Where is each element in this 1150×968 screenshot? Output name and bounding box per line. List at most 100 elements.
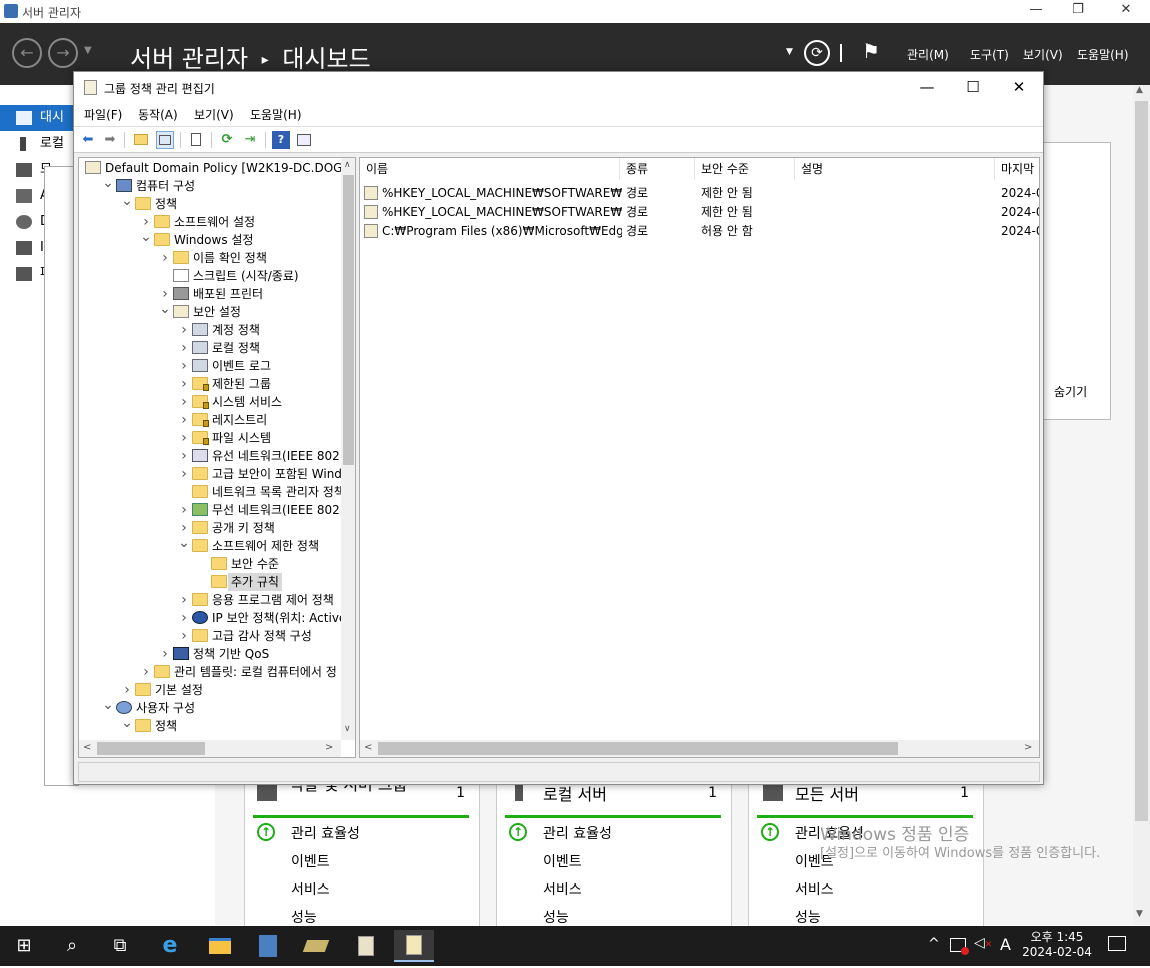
search-icon[interactable]: ⌕ — [52, 930, 92, 962]
table-cell-name[interactable]: %HKEY_LOCAL_MACHINE₩SOFTWARE₩... — [382, 184, 622, 203]
menu-view[interactable]: 보기(V) — [1023, 46, 1063, 63]
tile-row[interactable]: 성능 — [291, 907, 317, 927]
export-icon[interactable]: ⇥ — [241, 131, 259, 149]
expand-chevron-icon[interactable]: › — [178, 393, 190, 411]
collapse-chevron-icon[interactable]: ⌄ — [140, 230, 152, 244]
expand-chevron-icon[interactable]: › — [178, 429, 190, 447]
network-alert-icon[interactable] — [950, 938, 969, 955]
table-cell-name[interactable]: C:₩Program Files (x86)₩Microsoft₩Edge... — [382, 222, 622, 241]
clock[interactable]: 오후 1:45 2024-02-04 — [1020, 930, 1094, 960]
tree-horizontal-scrollbar[interactable]: < > — [79, 740, 341, 757]
collapse-chevron-icon[interactable]: ⌄ — [102, 698, 114, 712]
refresh-icon[interactable]: ⟳ — [218, 131, 236, 149]
task-view-icon[interactable]: ⧉ — [100, 930, 140, 962]
menu-tools[interactable]: 도구(T) — [970, 46, 1009, 63]
expand-chevron-icon[interactable]: › — [178, 357, 190, 375]
column-header-modified[interactable]: 마지막 — [995, 158, 1039, 180]
tile-row[interactable]: 서비스 — [291, 879, 330, 899]
scroll-down-icon[interactable]: ∨ — [344, 724, 351, 734]
help-icon[interactable]: ? — [272, 131, 290, 149]
close-button[interactable]: ✕ — [996, 75, 1042, 101]
menu-view[interactable]: 보기(V) — [194, 106, 234, 123]
hide-link[interactable]: 숨기기 — [1054, 383, 1087, 400]
history-dropdown-icon[interactable]: ▼ — [84, 45, 92, 56]
column-header-level[interactable]: 보안 수준 — [695, 158, 795, 180]
scroll-up-icon[interactable]: ∧ — [344, 160, 351, 170]
list-horizontal-scrollbar[interactable]: < > — [360, 740, 1039, 757]
server-manager-icon[interactable] — [248, 930, 288, 962]
restore-button[interactable]: ❐ — [1058, 2, 1098, 17]
scroll-thumb[interactable] — [378, 742, 898, 755]
flag-icon[interactable]: ⚑ — [862, 39, 880, 63]
rules-list[interactable]: 이름 ^ 종류 보안 수준 설명 마지막 %HKEY_LOCAL_MACHINE… — [359, 157, 1040, 758]
up-folder-icon[interactable] — [132, 131, 150, 149]
explorer-icon[interactable] — [200, 930, 240, 962]
tile-row[interactable]: 관리 효율성 — [543, 823, 612, 843]
tile-row[interactable]: 서비스 — [795, 879, 834, 899]
column-header-desc[interactable]: 설명 — [795, 158, 995, 180]
view-icon[interactable] — [295, 131, 313, 149]
menu-file[interactable]: 파일(F) — [84, 106, 122, 123]
refresh-icon[interactable]: ⟳ — [804, 40, 830, 66]
expand-chevron-icon[interactable]: › — [178, 321, 190, 339]
tile-row[interactable]: 관리 효율성 — [291, 823, 360, 843]
collapse-chevron-icon[interactable]: ⌄ — [178, 536, 190, 550]
sidebar-item-local[interactable]: 로컬 — [0, 131, 75, 157]
expand-chevron-icon[interactable]: › — [121, 681, 133, 699]
collapse-chevron-icon[interactable]: ⌄ — [121, 716, 133, 730]
refresh-dropdown-icon[interactable]: ▼ — [786, 47, 793, 57]
menu-help[interactable]: 도움말(H) — [1077, 46, 1129, 63]
collapse-chevron-icon[interactable]: ⌄ — [159, 302, 171, 316]
back-arrow-icon[interactable]: ⬅ — [79, 131, 97, 149]
show-tree-icon[interactable] — [156, 131, 174, 149]
scroll-left-icon[interactable]: < — [364, 742, 372, 753]
tree-vertical-scrollbar[interactable]: ∧ ∨ — [341, 158, 355, 740]
expand-chevron-icon[interactable]: › — [140, 663, 152, 681]
gpedit-icon[interactable] — [394, 930, 434, 962]
ad-icon[interactable] — [296, 930, 336, 962]
forward-arrow-icon[interactable]: ➡ — [101, 131, 119, 149]
properties-icon[interactable] — [187, 131, 205, 149]
scroll-right-icon[interactable]: > — [325, 742, 333, 753]
expand-chevron-icon[interactable]: › — [178, 375, 190, 393]
expand-chevron-icon[interactable]: › — [178, 627, 190, 645]
sidebar-item-dashboard[interactable]: 대시보드 — [0, 105, 75, 151]
minimize-button[interactable]: — — [904, 75, 950, 101]
notification-icon[interactable] — [1108, 936, 1126, 951]
scroll-thumb[interactable] — [1135, 101, 1148, 821]
tile-roles[interactable]: 역할 및 서버 그룹 1 ↑ 관리 효율성 이벤트 서비스 성능 — [244, 770, 480, 930]
menu-action[interactable]: 동작(A) — [138, 106, 178, 123]
scroll-right-icon[interactable]: > — [1024, 742, 1032, 753]
expand-chevron-icon[interactable]: › — [178, 591, 190, 609]
volume-muted-icon[interactable]: ◁✕ — [974, 935, 992, 951]
expand-chevron-icon[interactable]: › — [178, 447, 190, 465]
tile-row[interactable]: 성능 — [543, 907, 569, 927]
ime-indicator[interactable]: A — [1000, 935, 1011, 954]
back-icon[interactable]: ← — [12, 38, 42, 68]
dashboard-scrollbar[interactable]: ▲ ▼ — [1133, 85, 1150, 925]
expand-chevron-icon[interactable]: › — [178, 339, 190, 357]
collapse-chevron-icon[interactable]: ⌄ — [102, 176, 114, 190]
expand-chevron-icon[interactable]: › — [159, 645, 171, 663]
scroll-down-icon[interactable]: ▼ — [1136, 909, 1143, 919]
scroll-left-icon[interactable]: < — [83, 742, 91, 753]
expand-chevron-icon[interactable]: › — [159, 249, 171, 267]
minimize-button[interactable]: — — [1016, 2, 1056, 17]
tile-local-server[interactable]: 로컬 서버 1 ↑ 관리 효율성 이벤트 서비스 성능 — [496, 770, 732, 930]
expand-chevron-icon[interactable]: › — [178, 609, 190, 627]
forward-icon[interactable]: → — [48, 38, 78, 68]
maximize-button[interactable]: ☐ — [950, 75, 996, 101]
expand-chevron-icon[interactable]: › — [178, 411, 190, 429]
tile-row[interactable]: 이벤트 — [291, 851, 330, 871]
tray-chevron-icon[interactable]: ^ — [928, 936, 940, 952]
policy-tree[interactable]: Default Domain Policy [W2K19-DC.DOGHJ ⌄ 컴퓨… — [78, 157, 356, 758]
table-cell-name[interactable]: %HKEY_LOCAL_MACHINE₩SOFTWARE₩... — [382, 203, 622, 222]
breadcrumb-root[interactable]: 서버 관리자 — [130, 45, 248, 73]
scroll-thumb[interactable] — [343, 175, 354, 465]
expand-chevron-icon[interactable]: › — [178, 465, 190, 483]
menu-help[interactable]: 도움말(H) — [250, 106, 302, 123]
ie-icon[interactable]: e — [150, 930, 190, 962]
expand-chevron-icon[interactable]: › — [178, 501, 190, 519]
close-button[interactable]: ✕ — [1106, 2, 1146, 17]
scroll-thumb[interactable] — [97, 742, 205, 755]
